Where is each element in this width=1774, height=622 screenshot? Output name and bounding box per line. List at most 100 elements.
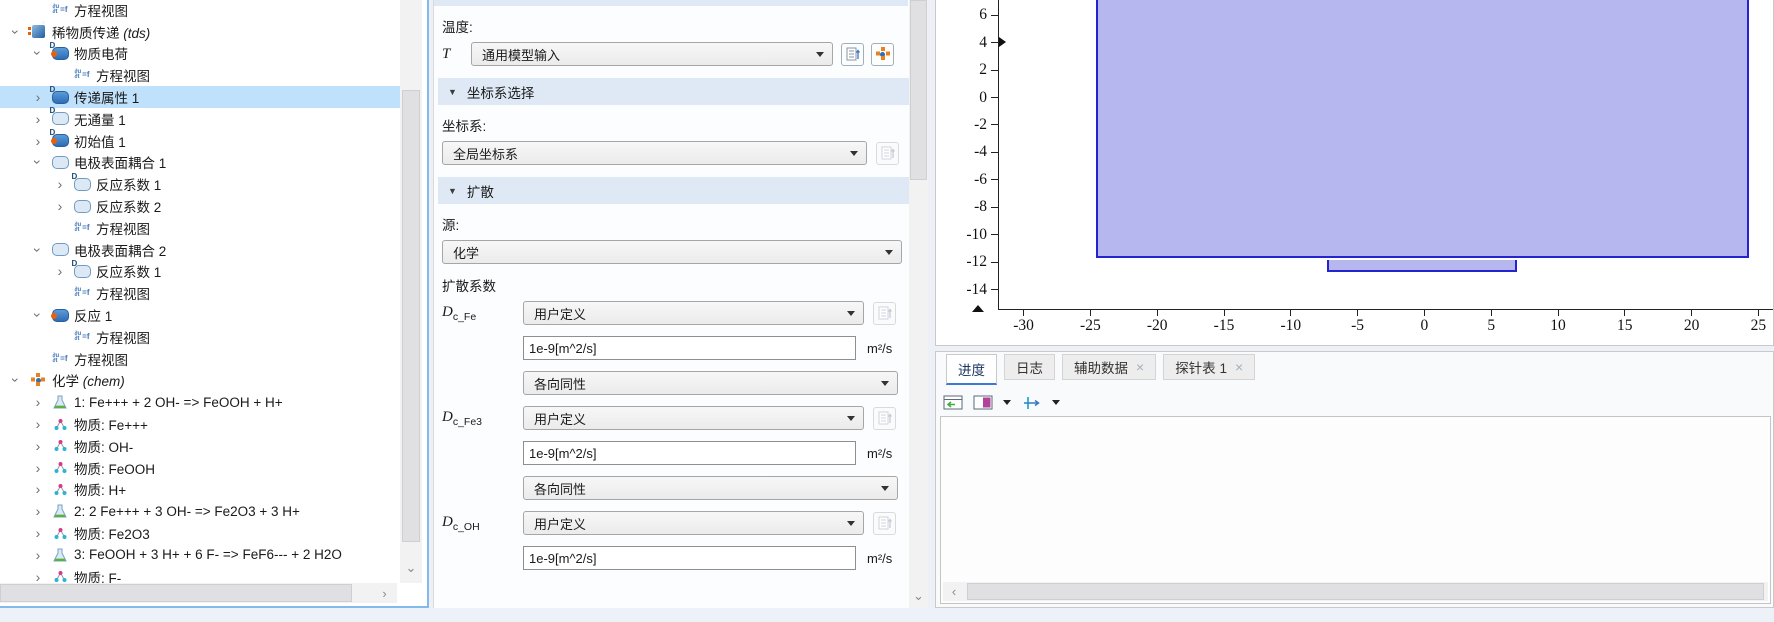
chevron-collapsed-icon[interactable]: › <box>28 503 48 519</box>
chevron-collapsed-icon[interactable]: › <box>28 133 48 149</box>
dock-hscroll-thumb[interactable] <box>967 583 1764 600</box>
tree-item[interactable]: ›化学 (chem) <box>0 370 400 392</box>
section-coordinate-system[interactable]: ▼ 坐标系选择 <box>438 78 912 105</box>
tree-item[interactable]: › 物质: Fe2O3 <box>0 522 400 544</box>
chevron-collapsed-icon[interactable]: › <box>28 481 48 497</box>
chevron-collapsed-icon[interactable]: › <box>28 416 48 432</box>
tree-item[interactable]: ›3: FeOOH + 3 H+ + 6 F- => FeF6--- + 2 H… <box>0 544 400 566</box>
chevron-collapsed-icon[interactable]: › <box>28 111 48 127</box>
chevron-expanded-icon[interactable]: › <box>30 152 46 172</box>
tree-item[interactable]: ›稀物质传递 (tds) <box>0 21 400 43</box>
dock-tab-日志[interactable]: 日志 <box>1004 354 1055 380</box>
close-icon[interactable]: × <box>1136 362 1144 372</box>
dock-axis-button[interactable] <box>1020 391 1043 414</box>
settings-vertical-scrollbar[interactable]: ⌄ <box>909 0 928 608</box>
dock-scroll-left-arrow[interactable]: ‹ <box>943 582 965 601</box>
tree-item[interactable]: ›电极表面耦合 1 <box>0 152 400 174</box>
graphics-panel[interactable]: -30-25-20-15-10-505101520256420-2-4-6-8-… <box>935 0 1774 346</box>
equation-view-icon: ∂u∂t=f <box>53 354 68 364</box>
tree-item[interactable]: ›物质: F- <box>0 566 400 583</box>
tree-item-label: 物质: Fe2O3 <box>72 523 150 543</box>
section-diffusion[interactable]: ▼ 扩散 <box>438 177 912 204</box>
chevron-collapsed-icon[interactable]: › <box>28 460 48 476</box>
tree-scroll-right-arrow[interactable]: › <box>372 583 397 603</box>
dock-tab-辅助数据[interactable]: 辅助数据× <box>1062 354 1156 380</box>
coordinate-combobox[interactable]: 全局坐标系 <box>442 141 867 165</box>
tree-scroll-down-arrow[interactable]: ⌄ <box>400 556 422 580</box>
dropdown-arrow-icon[interactable] <box>1003 400 1011 405</box>
tree-hscroll-thumb[interactable] <box>0 584 352 602</box>
coefficient-method-combobox[interactable]: 用户定义 <box>523 301 864 325</box>
chevron-expanded-icon[interactable]: › <box>30 240 46 260</box>
tree-item[interactable]: ›反应 1 <box>0 304 400 326</box>
coefficient-method-combobox[interactable]: 用户定义 <box>523 511 864 535</box>
tree-item[interactable]: ›物质: FeOOH <box>0 457 400 479</box>
chevron-collapsed-icon[interactable]: › <box>50 198 70 214</box>
tree-item[interactable]: ›物质: Fe+++ <box>0 413 400 435</box>
collapse-triangle-icon: ▼ <box>448 87 457 97</box>
go-to-source-button-disabled <box>876 142 899 165</box>
tree-item[interactable]: ›∂u∂t=f方程视图 <box>0 326 400 348</box>
dock-tab-进度[interactable]: 进度 <box>946 354 997 385</box>
chevron-collapsed-icon[interactable]: › <box>50 176 70 192</box>
isotropy-combobox[interactable]: 各向同性 <box>523 476 898 500</box>
dock-horizontal-scrollbar[interactable]: ‹ <box>943 582 1768 601</box>
settings-vscroll-thumb[interactable] <box>910 0 927 180</box>
coefficient-value-input[interactable]: 1e-9[m^2/s] <box>523 441 856 465</box>
chevron-expanded-icon[interactable]: › <box>8 370 24 390</box>
chevron-expanded-icon[interactable]: › <box>30 43 46 63</box>
tree-item[interactable]: ›物质电荷 <box>0 43 400 65</box>
table-arrow-left-icon <box>943 395 963 411</box>
chevron-collapsed-icon[interactable]: › <box>50 263 70 279</box>
source-combobox[interactable]: 化学 <box>442 240 902 264</box>
coordinate-combobox-value: 全局坐标系 <box>453 144 518 163</box>
chevron-collapsed-icon[interactable]: › <box>28 394 48 410</box>
tree-item[interactable]: ›初始值 1 <box>0 130 400 152</box>
tree-item[interactable]: ›2: 2 Fe+++ + 3 OH- => Fe2O3 + 3 H+ <box>0 500 400 522</box>
chemistry-input-button[interactable] <box>871 43 894 66</box>
chevron-expanded-icon[interactable]: › <box>8 22 24 42</box>
main-domain[interactable] <box>1096 0 1749 258</box>
tree-horizontal-scrollbar[interactable]: › <box>0 583 397 603</box>
chevron-collapsed-icon[interactable]: › <box>28 438 48 454</box>
chevron-collapsed-icon[interactable]: › <box>28 89 48 105</box>
chevron-collapsed-icon[interactable]: › <box>28 569 48 583</box>
x-tick <box>1090 309 1091 316</box>
coefficient-method-combobox[interactable]: 用户定义 <box>523 406 864 430</box>
tree-item[interactable]: ›∂u∂t=f方程视图 <box>0 282 400 304</box>
tree-item[interactable]: ›无通量 1 <box>0 108 400 130</box>
settings-scroll-down-arrow[interactable]: ⌄ <box>909 586 928 606</box>
go-to-source-button[interactable] <box>841 43 864 66</box>
tree-item[interactable]: ›∂u∂t=f方程视图 <box>0 348 400 370</box>
tree-item[interactable]: ›反应系数 1 <box>0 173 400 195</box>
coefficient-value-input[interactable]: 1e-9[m^2/s] <box>523 336 856 360</box>
coefficient-value-input[interactable]: 1e-9[m^2/s] <box>523 546 856 570</box>
dock-window-button[interactable] <box>971 391 994 414</box>
tree-vertical-scrollbar[interactable]: ⌄ <box>400 0 422 583</box>
dock-layout-button[interactable] <box>941 391 964 414</box>
tree-item[interactable]: ›反应系数 2 <box>0 195 400 217</box>
temperature-combobox[interactable]: 通用模型输入 <box>471 42 833 66</box>
tree-item[interactable]: ›∂u∂t=f方程视图 <box>0 217 400 239</box>
chevron-down-icon <box>881 486 889 491</box>
x-tick <box>1023 309 1024 316</box>
tree-item[interactable]: ›∂u∂t=f方程视图 <box>0 64 400 86</box>
tree-item[interactable]: ›传递属性 1 <box>0 86 400 108</box>
dropdown-arrow-icon[interactable] <box>1052 400 1060 405</box>
tree-item[interactable]: ›电极表面耦合 2 <box>0 239 400 261</box>
close-icon[interactable]: × <box>1235 362 1243 372</box>
chevron-expanded-icon[interactable]: › <box>30 305 46 325</box>
tree-vscroll-thumb[interactable] <box>402 90 420 542</box>
chevron-collapsed-icon[interactable]: › <box>28 547 48 563</box>
isotropy-combobox[interactable]: 各向同性 <box>523 371 898 395</box>
feature-node-icon <box>74 178 91 191</box>
chevron-collapsed-icon[interactable]: › <box>28 525 48 541</box>
tree-item[interactable]: ›∂u∂t=f方程视图 <box>0 0 400 21</box>
bottom-notch[interactable] <box>1327 260 1517 272</box>
y-tick <box>991 124 998 125</box>
tree-item[interactable]: ›物质: H+ <box>0 479 400 501</box>
tree-item[interactable]: ›反应系数 1 <box>0 261 400 283</box>
tree-item[interactable]: ›1: Fe+++ + 2 OH- => FeOOH + H+ <box>0 391 400 413</box>
tree-item[interactable]: ›物质: OH- <box>0 435 400 457</box>
dock-tab-探针表 1[interactable]: 探针表 1× <box>1163 354 1255 380</box>
